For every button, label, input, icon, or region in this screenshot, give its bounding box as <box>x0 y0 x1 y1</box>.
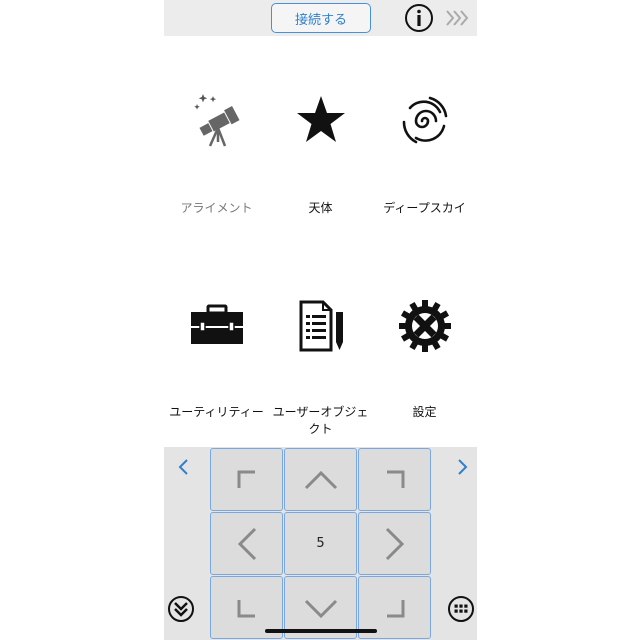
arrow-up-icon <box>304 470 337 489</box>
top-bar: 接続する <box>164 0 477 36</box>
galaxy-icon <box>396 92 454 154</box>
connect-button[interactable]: 接続する <box>271 3 371 33</box>
arrow-down-icon <box>304 599 337 618</box>
menu-item-alignment[interactable]: アライメント <box>164 92 269 272</box>
menu-item-label: ディープスカイ <box>383 201 466 215</box>
app-screen: 接続する アライメント 天体 ディープスカイ ユーティリティー ユーザーオブジェ… <box>164 0 477 640</box>
home-indicator[interactable] <box>265 629 377 633</box>
menu-item-label: 設定 <box>412 405 437 419</box>
prev-page-button[interactable] <box>174 457 194 477</box>
corner-down-left-icon <box>237 599 255 617</box>
arrow-left-icon <box>237 527 256 560</box>
direction-keypad: 5 <box>164 447 477 640</box>
corner-up-left-icon <box>237 470 255 488</box>
gear-icon <box>397 298 453 358</box>
corner-up-right-icon <box>386 470 404 488</box>
menu-item-label: 天体 <box>308 201 333 215</box>
triple-chevron-right-icon <box>446 10 469 26</box>
double-chevron-down-icon <box>168 596 194 622</box>
key-right[interactable] <box>358 512 431 575</box>
speed-value: 5 <box>316 536 325 551</box>
info-button[interactable] <box>404 3 434 33</box>
arrow-right-icon <box>385 527 404 560</box>
connect-button-label: 接続する <box>294 12 347 28</box>
info-icon <box>405 4 433 32</box>
keypad-grid-button[interactable] <box>447 595 475 623</box>
corner-down-right-icon <box>386 599 404 617</box>
forward-button[interactable] <box>444 8 472 28</box>
star-icon <box>293 92 349 152</box>
key-left[interactable] <box>210 512 283 575</box>
chevron-right-icon <box>458 459 468 475</box>
key-up-left[interactable] <box>210 448 283 511</box>
next-page-button[interactable] <box>452 457 472 477</box>
chevron-left-icon <box>178 459 188 475</box>
menu-item-deep-sky[interactable]: ディープスカイ <box>372 92 477 272</box>
document-pencil-icon <box>293 298 349 358</box>
keypad-grid-icon <box>448 596 474 622</box>
toolbox-icon <box>188 298 246 358</box>
key-up[interactable] <box>284 448 357 511</box>
telescope-icon <box>189 92 245 152</box>
menu-item-label: ユーティリティー <box>169 405 264 419</box>
collapse-keypad-button[interactable] <box>167 595 195 623</box>
menu-item-label: アライメント <box>180 201 253 215</box>
speed-display[interactable]: 5 <box>284 512 357 575</box>
key-up-right[interactable] <box>358 448 431 511</box>
menu-item-objects[interactable]: 天体 <box>268 92 373 272</box>
menu-item-label: ユーザーオブジェクト <box>272 405 369 436</box>
